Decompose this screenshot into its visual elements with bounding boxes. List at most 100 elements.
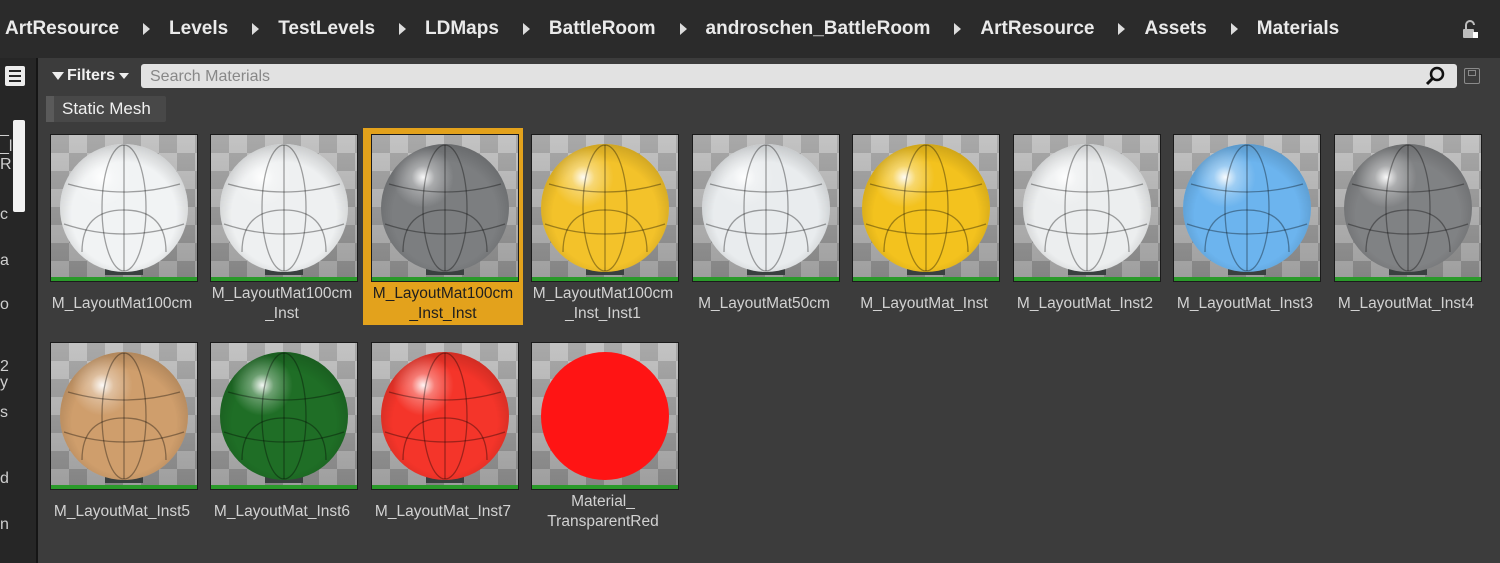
breadcrumb: ArtResource Levels TestLevels LDMaps BattleR… (5, 18, 1339, 40)
truncated-source-label: _l (0, 138, 13, 155)
asset-name: M_LayoutMat100cm _Inst (202, 284, 362, 324)
sources-panel: _ _l Rc a o 2 y s d n (0, 58, 36, 563)
asset-tile[interactable]: M_LayoutMat_Inst4 (1326, 128, 1486, 325)
asset-type-bar (1174, 277, 1320, 281)
breadcrumb-item[interactable]: ArtResource (5, 18, 119, 40)
asset-name-line1: M_LayoutMat_Inst5 (53, 503, 191, 520)
breadcrumb-item[interactable]: ArtResource (980, 18, 1094, 40)
asset-name: M_LayoutMat_Inst6 (202, 502, 362, 522)
breadcrumb-item[interactable]: LDMaps (425, 18, 499, 40)
material-thumbnail (1173, 134, 1321, 282)
asset-name-line1: M_LayoutMat_Inst7 (374, 503, 512, 520)
asset-type-bar (693, 277, 839, 281)
material-sphere-preview (1023, 144, 1151, 272)
search-icon[interactable] (1425, 66, 1447, 86)
breadcrumb-item[interactable]: TestLevels (278, 18, 375, 40)
asset-type-bar (51, 485, 197, 489)
sources-scrollbar[interactable] (13, 120, 25, 212)
asset-type-bar (211, 485, 357, 489)
breadcrumb-item[interactable]: androschen_BattleRoom (706, 18, 931, 40)
asset-name-line1: M_LayoutMat100cm (211, 285, 353, 302)
asset-tile[interactable]: M_LayoutMat100cm _Inst (202, 128, 362, 325)
asset-tile[interactable]: M_LayoutMat100cm _Inst_Inst1 (523, 128, 683, 325)
breadcrumb-separator-icon[interactable] (522, 23, 530, 35)
asset-tile[interactable]: Material_ TransparentRed (523, 336, 683, 533)
asset-type-bar (532, 485, 678, 489)
material-thumbnail (210, 134, 358, 282)
asset-name: M_LayoutMat_Inst (844, 294, 1004, 314)
asset-type-bar (532, 277, 678, 281)
material-thumbnail (692, 134, 840, 282)
asset-name-line2: TransparentRed (547, 513, 659, 530)
search-box (141, 64, 1457, 88)
asset-name-line1: M_LayoutMat100cm (372, 285, 514, 302)
asset-tile[interactable]: M_LayoutMat_Inst (844, 128, 1004, 325)
truncated-source-label: c (0, 206, 8, 223)
asset-tile[interactable]: M_LayoutMat_Inst5 (42, 336, 202, 533)
asset-type-bar (372, 277, 518, 281)
material-sphere-preview (541, 352, 669, 480)
material-thumbnail (1013, 134, 1161, 282)
asset-tile[interactable]: M_LayoutMat_Inst2 (1005, 128, 1165, 325)
material-sphere-preview (60, 144, 188, 272)
breadcrumb-item[interactable]: Assets (1144, 18, 1206, 40)
breadcrumb-bar: ArtResource Levels TestLevels LDMaps BattleR… (0, 0, 1500, 58)
asset-type-bar (51, 277, 197, 281)
asset-tile[interactable]: M_LayoutMat_Inst7 (363, 336, 523, 533)
chevron-down-icon (119, 73, 130, 79)
asset-type-bar (372, 485, 518, 489)
asset-type-bar (1014, 277, 1160, 281)
truncated-source-label: R (0, 156, 12, 173)
breadcrumb-separator-icon[interactable] (679, 23, 687, 35)
lock-icon[interactable] (1460, 20, 1480, 40)
breadcrumb-item[interactable]: Materials (1257, 18, 1339, 40)
material-sphere-preview (220, 144, 348, 272)
truncated-source-label: n (0, 516, 9, 533)
breadcrumb-separator-icon[interactable] (954, 23, 962, 35)
asset-name: M_LayoutMat100cm (42, 294, 202, 314)
asset-name: M_LayoutMat_Inst3 (1165, 294, 1325, 314)
asset-name: M_LayoutMat_Inst7 (363, 502, 523, 522)
asset-name: M_LayoutMat50cm (684, 294, 844, 314)
filter-chip-static-mesh[interactable]: Static Mesh (46, 96, 166, 122)
breadcrumb-item[interactable]: Levels (169, 18, 228, 40)
material-sphere-preview (60, 352, 188, 480)
material-sphere-preview (702, 144, 830, 272)
truncated-source-label: y (0, 374, 8, 391)
search-input[interactable] (148, 66, 1422, 88)
breadcrumb-separator-icon[interactable] (143, 23, 151, 35)
material-thumbnail (50, 342, 198, 490)
asset-name: M_LayoutMat100cm _Inst_Inst (363, 284, 523, 324)
material-sphere-preview (541, 144, 669, 272)
asset-name-line1: M_LayoutMat100cm (51, 295, 193, 312)
breadcrumb-separator-icon[interactable] (252, 23, 260, 35)
filters-button[interactable]: Filters (52, 67, 130, 85)
material-sphere-preview (862, 144, 990, 272)
asset-tile[interactable]: M_LayoutMat_Inst6 (202, 336, 362, 533)
material-thumbnail (371, 134, 519, 282)
truncated-source-label: _ (0, 120, 9, 137)
material-sphere-preview (381, 144, 509, 272)
breadcrumb-separator-icon[interactable] (1230, 23, 1238, 35)
asset-tile[interactable]: M_LayoutMat50cm (684, 128, 844, 325)
asset-name-line1: M_LayoutMat100cm (532, 285, 674, 302)
filters-label: Filters (67, 67, 116, 84)
asset-tile[interactable]: M_LayoutMat100cm (42, 128, 202, 325)
asset-name: Material_ TransparentRed (523, 492, 683, 532)
truncated-source-label: s (0, 404, 8, 421)
asset-type-bar (1335, 277, 1481, 281)
material-thumbnail (210, 342, 358, 490)
material-thumbnail (531, 134, 679, 282)
breadcrumb-item[interactable]: BattleRoom (549, 18, 656, 40)
save-search-icon[interactable] (1464, 68, 1480, 84)
asset-name: M_LayoutMat_Inst5 (42, 502, 202, 522)
material-sphere-preview (381, 352, 509, 480)
asset-tile[interactable]: M_LayoutMat_Inst3 (1165, 128, 1325, 325)
truncated-source-label: a (0, 252, 9, 269)
asset-name-line1: M_LayoutMat_Inst4 (1337, 295, 1475, 312)
asset-name-line1: M_LayoutMat_Inst2 (1016, 295, 1154, 312)
menu-icon[interactable] (5, 66, 25, 86)
asset-tile[interactable]: M_LayoutMat100cm _Inst_Inst (363, 128, 523, 325)
breadcrumb-separator-icon[interactable] (1118, 23, 1126, 35)
breadcrumb-separator-icon[interactable] (399, 23, 407, 35)
